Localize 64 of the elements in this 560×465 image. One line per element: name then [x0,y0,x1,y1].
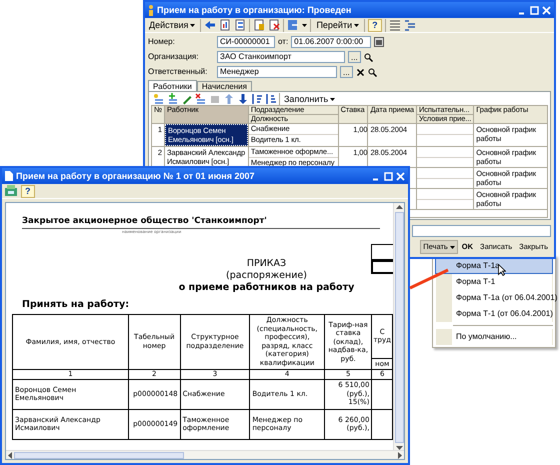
number-field[interactable]: СИ-00000001 [217,36,275,48]
organization-name: Закрытое акционерное общество 'Станкоимпорт' [22,217,380,229]
caret-icon [190,24,196,26]
vertical-scrollbar[interactable] [393,203,404,450]
tab[interactable]: Начисления [196,81,252,91]
mouse-cursor-icon [498,264,506,276]
comment-field[interactable] [412,225,551,237]
field-label: Организация: [148,52,200,62]
add-icon[interactable] [167,93,179,105]
fill-menu[interactable]: Заполнить [282,94,338,104]
menu-item[interactable]: Форма Т-1 (от 06.04.2001) [435,306,553,322]
goto-menu[interactable]: Перейти [314,20,362,30]
arrow-down-icon[interactable] [237,93,249,105]
field-label: Ответственный: [148,67,208,77]
scroll-thumb[interactable] [14,452,184,458]
date-field[interactable]: 01.06.2007 0:00:00 [291,36,372,48]
add-row-icon[interactable] [153,93,165,105]
caret-icon [302,24,308,26]
document-cross-icon[interactable] [268,19,280,31]
clear-icon[interactable] [356,68,365,76]
search-icon[interactable] [364,52,373,62]
select-button[interactable]: ... [348,51,361,63]
maximize-icon[interactable] [384,172,393,180]
scroll-thumb[interactable] [394,212,404,443]
text-field[interactable]: ЗАО Станкоимпорт [217,51,345,63]
document-subtitle: (распоряжение) [226,270,307,282]
list-icon[interactable] [388,19,401,31]
help-button[interactable]: ? [21,184,34,198]
delete-icon[interactable] [195,93,207,105]
document-icon [5,171,13,181]
field-label: Номер: [148,37,176,47]
person-icon [148,4,154,16]
sort-ascending-icon[interactable] [251,93,263,105]
arrow-left-icon[interactable] [204,19,216,31]
window-title: Прием на работу в организацию № 1 от 01 июня 2007 [16,170,256,182]
field-label: от: [278,37,288,47]
tree-icon[interactable] [404,19,416,31]
caret-icon [450,246,455,248]
close-icon[interactable] [396,172,405,180]
document-icon[interactable] [287,19,300,31]
actions-menu[interactable]: Действия [147,20,198,30]
tab[interactable]: Работники [148,80,197,91]
horizontal-scrollbar[interactable] [6,450,404,459]
scroll-left-icon[interactable] [8,452,12,458]
text-field[interactable]: Менеджер [217,66,337,78]
maximize-icon[interactable] [530,6,539,14]
document-title: ПРИКАЗ [246,258,286,270]
printer-icon[interactable] [4,185,18,197]
menu-item[interactable]: Форма Т-1 [435,274,553,290]
scroll-up-icon[interactable] [396,205,402,209]
select-button[interactable]: ... [340,66,353,78]
calendar-icon[interactable] [374,37,384,47]
caret-icon [330,98,336,100]
section-title: Принять на работу: [22,300,130,311]
search-icon[interactable] [368,68,377,76]
window-title: Прием на работу в организацию: Проведен [157,4,352,16]
document-chart-icon[interactable] [219,19,232,31]
document-subject: о приеме работников на работу [178,282,354,294]
scroll-right-icon[interactable] [398,452,402,458]
menu-item[interactable]: По умолчанию... [435,329,553,345]
caret-icon [354,24,360,26]
sort-descending-icon[interactable] [265,93,277,105]
close-icon[interactable] [542,6,551,14]
help-button[interactable]: ? [368,18,382,32]
